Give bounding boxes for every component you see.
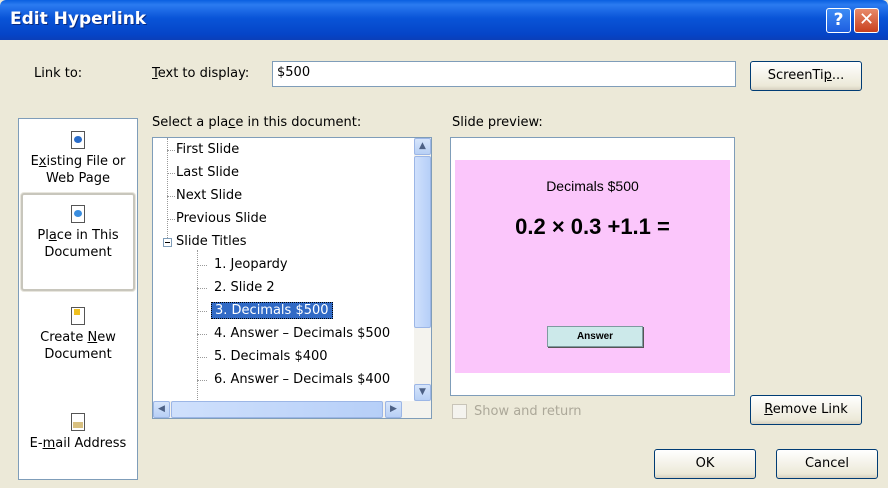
tree-item-selected[interactable]: 3. Decimals $500: [211, 300, 333, 323]
text-to-display-input[interactable]: $500: [272, 61, 736, 87]
collapse-toggle[interactable]: [163, 238, 172, 247]
tree-item[interactable]: 1. Jeopardy: [211, 254, 291, 277]
sidebar-item-place-in-document[interactable]: Place in This Document: [21, 193, 135, 291]
tree-item[interactable]: Last Slide: [173, 162, 242, 185]
existing-file-icon: [71, 131, 85, 149]
slide-preview-label: Slide preview:: [452, 115, 543, 130]
vertical-scroll-thumb[interactable]: [414, 156, 431, 328]
select-place-label: Select a place in this document:: [152, 115, 362, 130]
text-to-display-label: Text to display:: [152, 66, 250, 81]
link-to-sidebar: Existing File or Web Page Place in This …: [18, 118, 138, 480]
slide-preview: Decimals $500 0.2 × 0.3 +1.1 = Answer: [450, 137, 735, 396]
ok-button[interactable]: OK: [654, 449, 756, 479]
tree-item[interactable]: 5. Decimals $400: [211, 346, 331, 369]
tree-item-slide-titles[interactable]: Slide Titles: [173, 231, 250, 254]
tree-item[interactable]: Next Slide: [173, 185, 245, 208]
scroll-right-button[interactable]: ▶: [385, 401, 402, 418]
scroll-left-button[interactable]: ◀: [153, 401, 170, 418]
dialog-title: Edit Hyperlink: [10, 9, 147, 29]
place-in-document-icon: [71, 205, 85, 223]
screentip-button[interactable]: ScreenTip...: [750, 61, 862, 91]
help-button[interactable]: ?: [826, 8, 851, 33]
slide-equation: 0.2 × 0.3 +1.1 =: [515, 214, 670, 239]
scroll-down-button[interactable]: ▼: [414, 384, 431, 401]
tree-item[interactable]: 6. Answer – Decimals $400: [211, 369, 393, 392]
tree-item[interactable]: 2. Slide 2: [211, 277, 278, 300]
title-bar: Edit Hyperlink ? ✕: [0, 0, 888, 40]
sidebar-item-create-new-document[interactable]: Create New Document: [21, 307, 135, 363]
document-place-tree[interactable]: First Slide Last Slide Next Slide Previo…: [152, 137, 432, 419]
sidebar-item-email-address[interactable]: E-mail Address: [21, 413, 135, 452]
remove-link-button[interactable]: Remove Link: [750, 395, 862, 425]
slide-answer-button: Answer: [547, 326, 643, 347]
tree-item[interactable]: 4. Answer – Decimals $500: [211, 323, 393, 346]
cancel-button[interactable]: Cancel: [776, 449, 878, 479]
horizontal-scroll-thumb[interactable]: [171, 401, 383, 418]
sidebar-item-existing-file[interactable]: Existing File or Web Page: [21, 131, 135, 187]
show-and-return-checkbox[interactable]: [452, 404, 467, 419]
email-icon: [71, 413, 85, 431]
slide-title: Decimals $500: [546, 178, 639, 194]
link-to-label: Link to:: [34, 66, 83, 81]
slide-thumbnail: Decimals $500 0.2 × 0.3 +1.1 = Answer: [455, 160, 730, 373]
close-button[interactable]: ✕: [854, 8, 879, 33]
scroll-up-button[interactable]: ▲: [414, 138, 431, 155]
new-document-icon: [71, 307, 85, 325]
tree-item[interactable]: Previous Slide: [173, 208, 270, 231]
tree-item[interactable]: First Slide: [173, 139, 242, 162]
show-and-return-label: Show and return: [474, 404, 582, 419]
